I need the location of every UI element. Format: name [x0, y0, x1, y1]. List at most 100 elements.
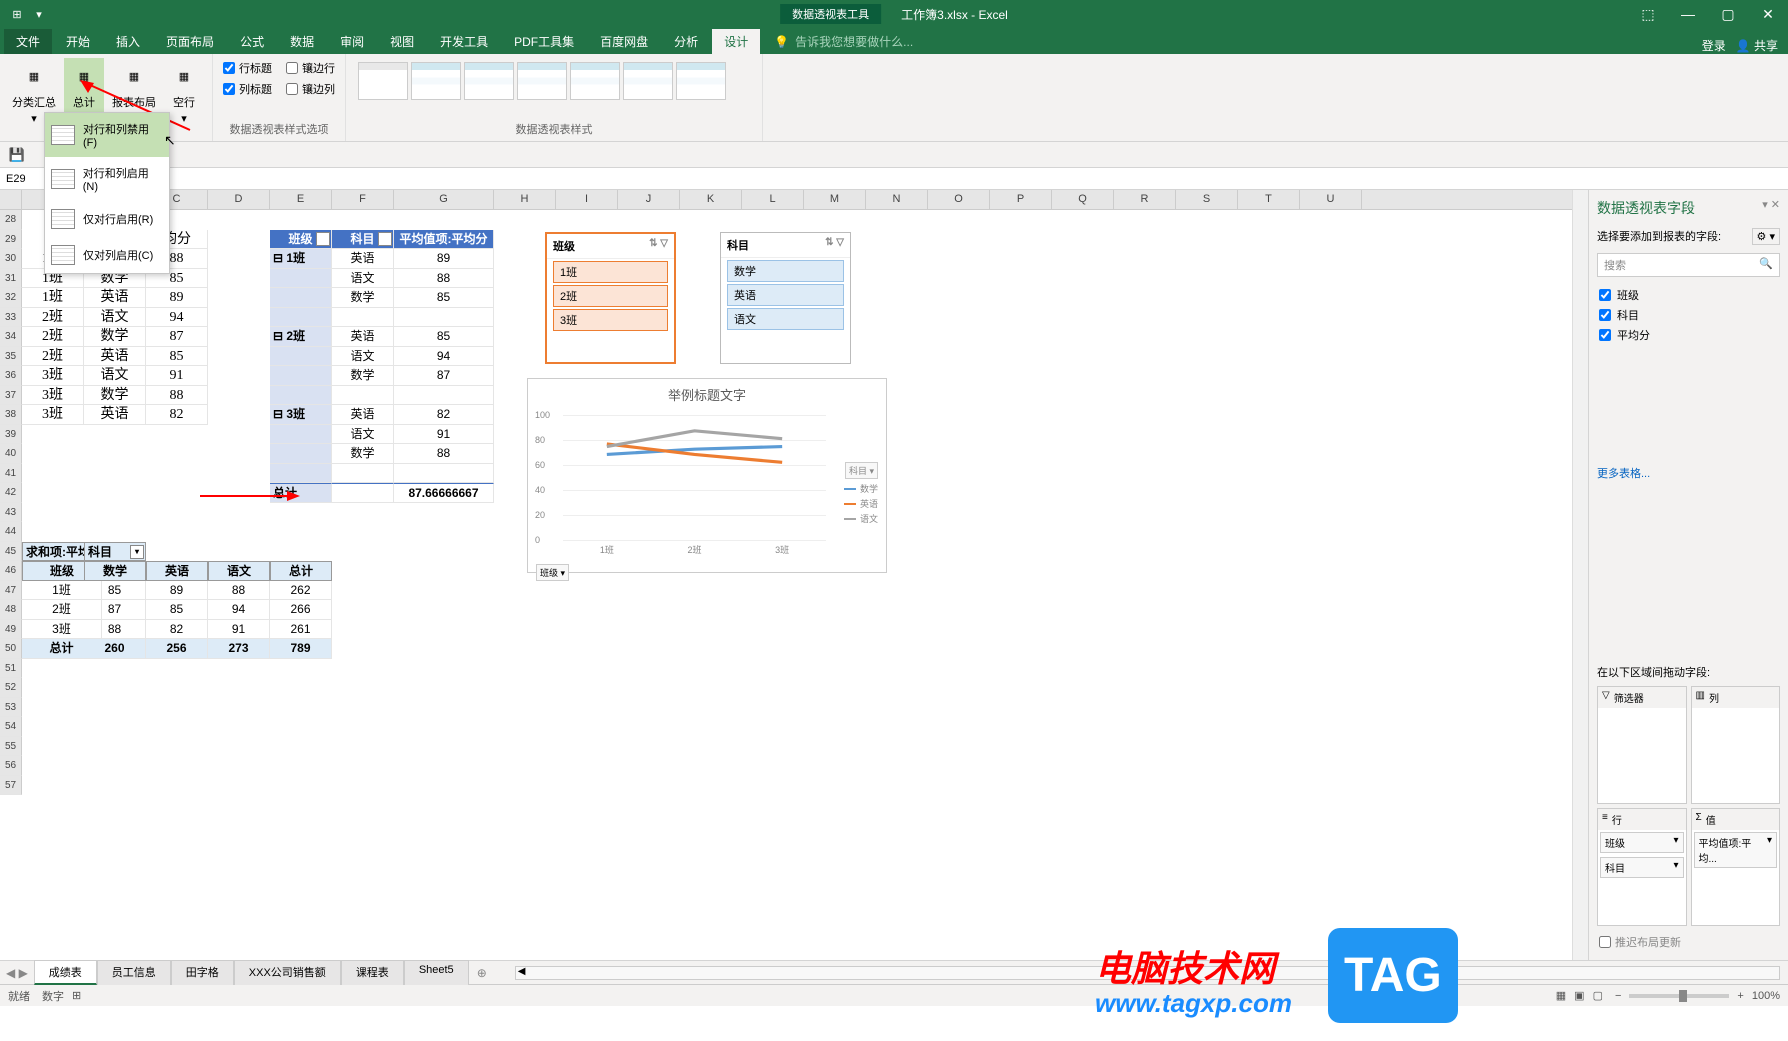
- cell[interactable]: 94: [394, 347, 494, 367]
- tab-layout[interactable]: 页面布局: [154, 29, 226, 54]
- col-header[interactable]: E: [270, 190, 332, 209]
- row-header[interactable]: 52: [0, 678, 22, 698]
- tab-dev[interactable]: 开发工具: [428, 29, 500, 54]
- cell[interactable]: [270, 366, 332, 386]
- tab-file[interactable]: 文件: [4, 29, 52, 54]
- style-thumb[interactable]: [358, 62, 408, 100]
- tab-baidu[interactable]: 百度网盘: [588, 29, 660, 54]
- save-icon[interactable]: 💾: [8, 147, 26, 163]
- field-search-input[interactable]: 搜索🔍: [1597, 253, 1780, 277]
- cell[interactable]: 87: [394, 366, 494, 386]
- cell[interactable]: 数学: [84, 386, 146, 406]
- cell[interactable]: 94: [146, 308, 208, 328]
- rows-area[interactable]: ≡ 行 班级▾ 科目▾: [1597, 808, 1687, 926]
- row-header[interactable]: 54: [0, 717, 22, 737]
- cell[interactable]: 88: [146, 386, 208, 406]
- row-header[interactable]: 30: [0, 249, 22, 269]
- columns-area[interactable]: ▥ 列: [1691, 686, 1781, 804]
- tell-me[interactable]: 💡告诉我您想要做什么...: [762, 29, 1699, 54]
- add-sheet-button[interactable]: ⊕: [469, 963, 495, 983]
- cell[interactable]: [270, 425, 332, 445]
- value-area-item[interactable]: 平均值项:平均...▾: [1694, 832, 1778, 868]
- cell[interactable]: 数学: [332, 444, 394, 464]
- style-thumb[interactable]: [570, 62, 620, 100]
- cell[interactable]: [332, 308, 394, 328]
- cell[interactable]: 语文: [332, 347, 394, 367]
- tab-home[interactable]: 开始: [54, 29, 102, 54]
- cell[interactable]: 88: [394, 444, 494, 464]
- cell[interactable]: 数学: [332, 288, 394, 308]
- row-area-item[interactable]: 科目▾: [1600, 857, 1684, 878]
- row-header[interactable]: 35: [0, 347, 22, 367]
- zoom-level[interactable]: 100%: [1752, 990, 1780, 1002]
- filters-area[interactable]: ▽ 筛选器: [1597, 686, 1687, 804]
- banded-cols-checkbox[interactable]: 镶边列: [284, 79, 337, 99]
- cell[interactable]: ⊟ 3班: [270, 405, 332, 425]
- cell[interactable]: 英语: [84, 288, 146, 308]
- cell[interactable]: 262: [270, 581, 332, 601]
- col-header[interactable]: O: [928, 190, 990, 209]
- row-header[interactable]: 56: [0, 756, 22, 776]
- col-header[interactable]: I: [556, 190, 618, 209]
- cell[interactable]: 数学: [84, 327, 146, 347]
- status-overflow-icon[interactable]: ⊞: [72, 989, 81, 1002]
- style-thumb[interactable]: [464, 62, 514, 100]
- cell[interactable]: 语文: [84, 308, 146, 328]
- sheet-tab[interactable]: Sheet5: [404, 960, 469, 985]
- cell[interactable]: 88: [208, 581, 270, 601]
- col-header[interactable]: L: [742, 190, 804, 209]
- cell[interactable]: 87: [146, 327, 208, 347]
- col-header[interactable]: S: [1176, 190, 1238, 209]
- autofit-icon[interactable]: ⊞: [8, 5, 26, 23]
- cell[interactable]: 85: [394, 288, 494, 308]
- row-header[interactable]: 50: [0, 639, 22, 659]
- cell[interactable]: [270, 444, 332, 464]
- zoom-out-button[interactable]: −: [1615, 990, 1621, 1002]
- row-header[interactable]: 57: [0, 776, 22, 796]
- cell[interactable]: ⊟ 2班: [270, 327, 332, 347]
- tab-formulas[interactable]: 公式: [228, 29, 276, 54]
- cell[interactable]: 82: [394, 405, 494, 425]
- dropdown-icon[interactable]: ▾: [30, 5, 48, 23]
- cell[interactable]: 82: [146, 405, 208, 425]
- cell[interactable]: 英语: [84, 405, 146, 425]
- col-header[interactable]: M: [804, 190, 866, 209]
- cell[interactable]: 85: [146, 347, 208, 367]
- cell[interactable]: 260: [84, 639, 146, 659]
- tab-pdf[interactable]: PDF工具集: [502, 29, 586, 54]
- cell[interactable]: 2班: [22, 347, 84, 367]
- cell[interactable]: 87: [84, 600, 146, 620]
- slicer-item[interactable]: 数学: [727, 260, 844, 282]
- col-header[interactable]: K: [680, 190, 742, 209]
- zoom-slider[interactable]: [1629, 994, 1729, 998]
- menu-enable-rows-cols[interactable]: 对行和列启用(N): [45, 157, 169, 201]
- sheet-tab[interactable]: 成绩表: [34, 960, 97, 985]
- style-thumb[interactable]: [411, 62, 461, 100]
- view-buttons[interactable]: ▦▣▢: [1552, 989, 1607, 1002]
- row-header[interactable]: 44: [0, 522, 22, 542]
- col-header[interactable]: H: [494, 190, 556, 209]
- col-header[interactable]: N: [866, 190, 928, 209]
- cell[interactable]: 88: [394, 269, 494, 289]
- row-headers-checkbox[interactable]: 行标题: [221, 58, 274, 78]
- tab-analyze[interactable]: 分析: [662, 29, 710, 54]
- slicer-item[interactable]: 英语: [727, 284, 844, 306]
- cell[interactable]: 语文: [208, 561, 270, 581]
- col-header[interactable]: F: [332, 190, 394, 209]
- slicer-controls[interactable]: ⇅ ▽: [825, 237, 844, 253]
- col-header[interactable]: J: [618, 190, 680, 209]
- slicer-item[interactable]: 语文: [727, 308, 844, 330]
- cell[interactable]: 2班: [22, 327, 84, 347]
- row-header[interactable]: 43: [0, 503, 22, 523]
- cell[interactable]: [332, 464, 394, 484]
- cell[interactable]: 科目▾: [84, 542, 146, 562]
- cell[interactable]: ⊟ 1班: [270, 249, 332, 269]
- row-header[interactable]: 34: [0, 327, 22, 347]
- cell[interactable]: 3班: [22, 405, 84, 425]
- cell[interactable]: 261: [270, 620, 332, 640]
- col-header[interactable]: T: [1238, 190, 1300, 209]
- cell[interactable]: 英语: [146, 561, 208, 581]
- row-header[interactable]: 47: [0, 581, 22, 601]
- tab-review[interactable]: 审阅: [328, 29, 376, 54]
- sheet-nav[interactable]: ◀ ▶: [0, 966, 34, 980]
